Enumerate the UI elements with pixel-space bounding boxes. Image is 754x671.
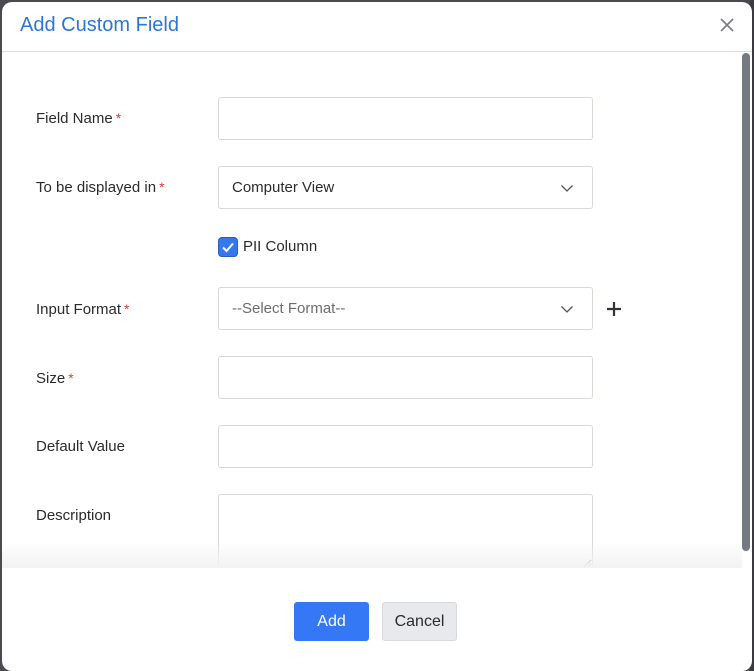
dialog-title: Add Custom Field — [20, 14, 179, 36]
dialog-body: Field Name * To be displayed in * Computer… — [2, 53, 752, 567]
input-format-label-text: Input Format — [36, 301, 122, 318]
input-format-selected-value: --Select Format-- — [232, 300, 346, 317]
description-label-text: Description — [36, 507, 112, 524]
size-label-text: Size — [36, 370, 66, 387]
pii-column-label: PII Column — [243, 238, 318, 255]
checkmark-icon — [222, 242, 234, 253]
display-in-select[interactable]: Computer View — [218, 166, 593, 209]
add-format-button[interactable] — [605, 300, 623, 318]
field-name-input[interactable] — [218, 97, 593, 140]
description-textarea[interactable] — [218, 494, 593, 567]
required-mark: * — [124, 301, 130, 317]
chevron-down-icon — [561, 306, 573, 313]
size-label: Size * — [36, 370, 74, 387]
display-in-label-text: To be displayed in — [36, 179, 157, 196]
required-mark: * — [115, 110, 122, 126]
plus-icon — [607, 302, 621, 316]
chevron-down-icon — [561, 185, 573, 192]
cancel-button[interactable]: Cancel — [382, 602, 457, 641]
close-icon — [720, 18, 734, 32]
input-format-select[interactable]: --Select Format-- — [218, 287, 593, 330]
default-value-label-text: Default Value — [36, 438, 125, 455]
vertical-scrollbar[interactable] — [742, 53, 750, 551]
add-custom-field-dialog: Add Custom Field Field Name * To be displ… — [2, 2, 752, 671]
required-mark: * — [159, 179, 165, 195]
pii-column-checkbox[interactable] — [218, 237, 238, 257]
display-in-label: To be displayed in * — [36, 179, 165, 196]
required-mark: * — [68, 370, 74, 386]
default-value-label: Default Value — [36, 438, 125, 455]
size-input[interactable] — [218, 356, 593, 399]
dialog-header: Add Custom Field — [2, 2, 752, 52]
description-label: Description — [36, 507, 111, 524]
input-format-label: Input Format * — [36, 301, 130, 318]
default-value-input[interactable] — [218, 425, 593, 468]
display-in-selected-value: Computer View — [232, 179, 335, 196]
close-button[interactable] — [718, 16, 736, 34]
field-name-label-text: Field Name — [36, 110, 113, 127]
field-name-label: Field Name * — [36, 110, 121, 127]
add-button[interactable]: Add — [294, 602, 369, 641]
